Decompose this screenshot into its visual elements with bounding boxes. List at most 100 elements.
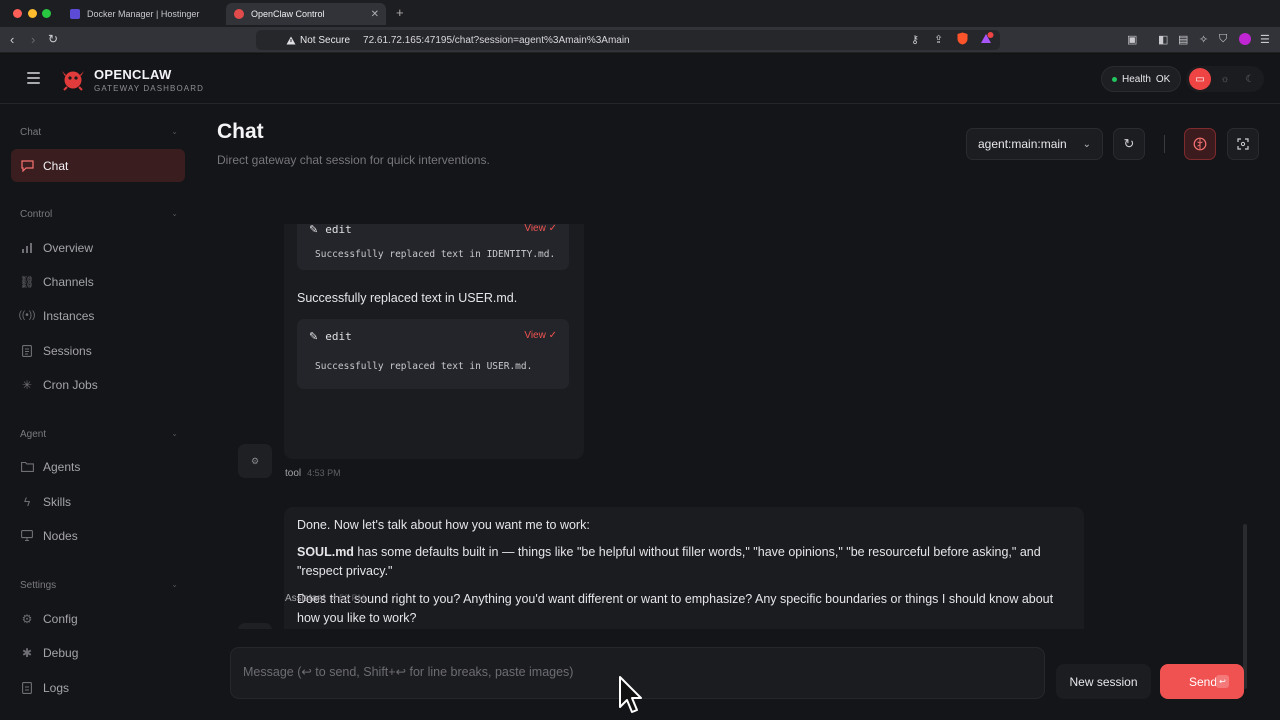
zap-icon: ϟ xyxy=(23,494,31,509)
sidebar-toggle-icon[interactable]: ◧ xyxy=(1158,33,1168,46)
wallet-icon[interactable]: ▤ xyxy=(1178,33,1188,46)
sidebar-section-control[interactable]: Control ⌄ xyxy=(20,209,178,220)
tool-call-header: ✎ edit xyxy=(309,224,352,236)
sidebar-item-config[interactable]: ⚙ Config xyxy=(11,602,185,635)
timestamp: 4:53 PM xyxy=(331,593,366,603)
reload-icon[interactable]: ↻ xyxy=(48,32,58,46)
close-window-button[interactable] xyxy=(13,9,22,18)
back-arrow-icon[interactable]: ‹ xyxy=(10,32,14,47)
browser-tab-openclaw-control[interactable]: OpenClaw Control ✕ xyxy=(226,3,386,25)
sidebar-item-label: Debug xyxy=(43,645,79,660)
tool-message-text: Successfully replaced text in USER.md. xyxy=(297,291,518,305)
browser-tab-docker-manager[interactable]: Docker Manager | Hostinger xyxy=(62,3,222,25)
chevron-down-icon: ⌄ xyxy=(171,127,178,136)
timestamp: 4:53 PM xyxy=(307,468,341,478)
sidebar-item-label: Cron Jobs xyxy=(43,377,98,392)
health-dot-icon xyxy=(1112,76,1117,82)
sidebar-item-label: Chat xyxy=(43,158,69,173)
monitor-icon xyxy=(20,529,34,543)
sidebar-item-overview[interactable]: Overview xyxy=(11,231,185,264)
sidebar-section-agent[interactable]: Agent ⌄ xyxy=(20,429,178,440)
assistant-avatar: A xyxy=(238,623,272,629)
thread-scrollbar[interactable] xyxy=(1243,524,1247,689)
sender-name: Assistant xyxy=(285,593,326,604)
health-status: OK xyxy=(1155,73,1171,85)
enter-key-hint: ↩ xyxy=(1216,675,1229,688)
leo-ai-icon[interactable]: ✧ xyxy=(1199,33,1208,46)
brave-rewards-icon[interactable] xyxy=(980,32,994,48)
tool-call-header: ✎ edit xyxy=(309,330,352,343)
tab-label: Docker Manager | Hostinger xyxy=(87,9,200,19)
section-label: Agent xyxy=(20,429,47,440)
sidebar-item-label: Skills xyxy=(43,494,72,509)
tool-gear-icon: ⚙ xyxy=(250,455,260,466)
sidebar-item-label: Logs xyxy=(43,680,70,695)
maximize-window-button[interactable] xyxy=(42,9,51,18)
message-square-icon xyxy=(20,159,34,173)
hamburger-menu-icon[interactable] xyxy=(27,72,40,87)
tool-output: Successfully replaced text in IDENTITY.m… xyxy=(315,249,556,260)
forward-arrow-icon[interactable]: › xyxy=(31,32,35,47)
vpn-shield-icon[interactable]: ⛉ xyxy=(1219,33,1227,46)
sidebar-item-cron-jobs[interactable]: ✳ Cron Jobs xyxy=(11,368,185,401)
sidebar-item-label: Channels xyxy=(43,274,94,289)
dark-theme-moon-icon[interactable]: ☾ xyxy=(1239,68,1261,90)
sidebar-section-chat[interactable]: Chat ⌄ xyxy=(20,127,178,138)
tool-message-meta: tool 4:53 PM xyxy=(285,468,341,479)
sidebar-item-instances[interactable]: ((•)) Instances xyxy=(11,299,185,332)
sidebar-item-label: Nodes xyxy=(43,528,78,543)
chat-thread: ✎ edit View ✓ Successfully replaced text… xyxy=(217,224,1247,629)
section-label: Control xyxy=(20,209,53,220)
brave-shield-icon[interactable] xyxy=(957,32,968,48)
session-select[interactable]: agent:main:main ⌄ xyxy=(966,128,1103,160)
brand: OPENCLAW GATEWAY DASHBOARD xyxy=(94,67,204,93)
chevron-down-icon: ⌄ xyxy=(1082,138,1091,150)
sidebar-item-debug[interactable]: ✱ Debug xyxy=(11,636,185,669)
share-icon[interactable]: ⇪ xyxy=(934,33,943,46)
light-theme-sun-icon[interactable]: ☼ xyxy=(1214,68,1236,90)
new-session-button[interactable]: New session xyxy=(1056,664,1151,699)
thinking-toggle-button[interactable] xyxy=(1184,128,1216,160)
sidebar-item-sessions[interactable]: Sessions xyxy=(11,334,185,367)
pencil-icon: ✎ xyxy=(309,224,319,236)
browser-tab-strip: Docker Manager | Hostinger OpenClaw Cont… xyxy=(0,0,1280,27)
close-tab-icon[interactable]: ✕ xyxy=(371,9,379,20)
sidebar: Chat ⌄ Chat Control ⌄ Overview ⛓ Channel… xyxy=(0,105,197,720)
focus-mode-button[interactable] xyxy=(1227,128,1259,160)
bold-filename: SOUL.md xyxy=(297,545,354,559)
tool-avatar: ⚙ xyxy=(238,444,272,478)
brand-tagline: GATEWAY DASHBOARD xyxy=(94,84,204,93)
sidebar-item-nodes[interactable]: Nodes xyxy=(11,519,185,552)
sidebar-item-channels[interactable]: ⛓ Channels xyxy=(11,265,185,298)
system-theme-monitor-icon[interactable]: ▭ xyxy=(1189,68,1211,90)
view-button[interactable]: View ✓ xyxy=(524,330,557,341)
health-status-badge: Health OK xyxy=(1101,66,1181,92)
new-tab-button[interactable]: + xyxy=(396,5,404,20)
file-text-icon xyxy=(20,344,34,358)
profile-avatar-icon[interactable] xyxy=(1239,33,1251,48)
log-file-icon xyxy=(20,681,34,695)
sidebar-item-label: Instances xyxy=(43,308,95,323)
tool-name: edit xyxy=(325,224,352,236)
sidebar-item-chat[interactable]: Chat xyxy=(11,149,185,182)
page-subtitle: Direct gateway chat session for quick in… xyxy=(217,153,490,167)
sidebar-item-skills[interactable]: ϟ Skills xyxy=(11,485,185,518)
tab-search-icon[interactable]: ▣ xyxy=(1127,33,1137,46)
minimize-window-button[interactable] xyxy=(28,9,37,18)
send-button[interactable]: Send ↩ xyxy=(1160,664,1244,699)
hostinger-favicon-icon xyxy=(70,9,80,19)
key-icon[interactable]: ⚷ xyxy=(911,33,919,46)
address-bar[interactable]: Not Secure 72.61.72.165:47195/chat?sessi… xyxy=(256,30,1000,50)
section-label: Chat xyxy=(20,127,42,138)
sidebar-item-logs[interactable]: Logs xyxy=(11,671,185,704)
assistant-message-meta: Assistant 4:53 PM xyxy=(285,593,365,604)
menu-icon[interactable]: ☰ xyxy=(1260,33,1270,46)
refresh-button[interactable]: ↻ xyxy=(1113,128,1145,160)
focus-frame-icon xyxy=(1237,138,1249,150)
tool-call-card: ✎ edit View ✓ Successfully replaced text… xyxy=(297,224,569,270)
view-button[interactable]: View ✓ xyxy=(524,224,557,234)
sidebar-item-agents[interactable]: Agents xyxy=(11,450,185,483)
bar-chart-icon xyxy=(20,241,34,255)
chevron-down-icon: ⌄ xyxy=(171,209,178,218)
sidebar-section-settings[interactable]: Settings ⌄ xyxy=(20,580,178,591)
